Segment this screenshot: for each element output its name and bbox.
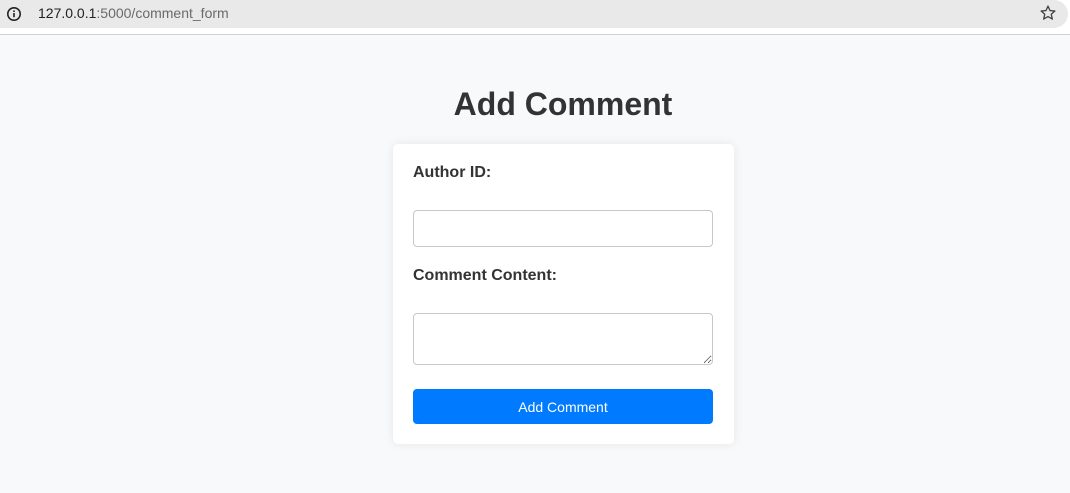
- comment-form: Author ID: Comment Content: Add Comment: [393, 144, 734, 444]
- comment-content-label: Comment Content:: [413, 267, 557, 284]
- browser-toolbar: 127.0.0.1:5000/comment_form: [0, 0, 1070, 35]
- address-bar[interactable]: 127.0.0.1:5000/comment_form: [0, 0, 1068, 28]
- star-icon[interactable]: [1037, 2, 1059, 24]
- info-icon[interactable]: [5, 5, 23, 23]
- comment-content-textarea[interactable]: [413, 313, 713, 365]
- url-path: :5000/comment_form: [96, 5, 229, 21]
- page-title: Add Comment: [453, 86, 673, 122]
- add-comment-button[interactable]: Add Comment: [413, 389, 713, 424]
- url-text[interactable]: 127.0.0.1:5000/comment_form: [38, 5, 229, 22]
- author-id-input[interactable]: [413, 210, 713, 247]
- author-id-label: Author ID:: [413, 164, 492, 181]
- url-host: 127.0.0.1: [38, 5, 97, 21]
